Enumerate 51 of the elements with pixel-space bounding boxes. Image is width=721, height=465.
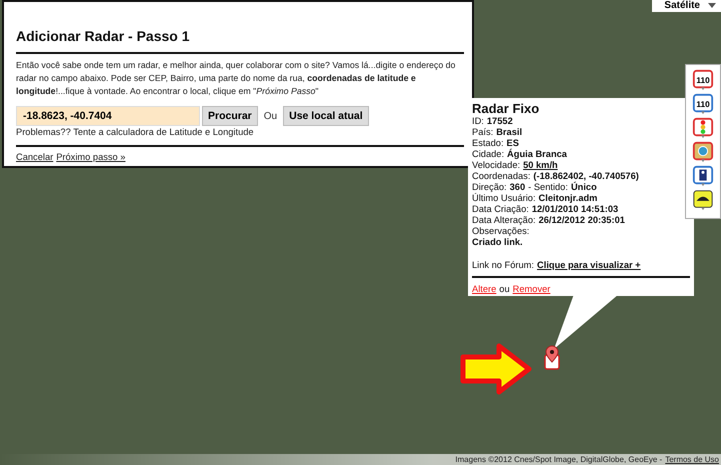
field-value: (-18.862402, -40.740576) xyxy=(533,171,639,182)
field-label: Link no Fórum: xyxy=(472,260,534,271)
intro-text: Então você sabe onde tem um radar, e melhor ainda, quer colaborar com o site? Vamos lá...digite o endereço do radar no campo abaixo. Pode ser CEP, Bairro, uma parte do nome da rua, coordenadas de latitude e longitude!...fique à vontade. Ao encontrar o local, clique em "Próximo Passo" xyxy=(16,59,456,98)
map-pin-icon xyxy=(543,345,561,371)
field-label: Estado: xyxy=(472,138,504,149)
or-label: Ou xyxy=(264,110,278,122)
search-button[interactable]: Procurar xyxy=(202,106,258,126)
badge-icon[interactable] xyxy=(692,141,714,163)
info-title: Radar Fixo xyxy=(472,101,540,116)
field-value: Único xyxy=(570,182,597,193)
field-label: Cidade: xyxy=(472,149,504,160)
field-value: 12/01/2010 14:51:03 xyxy=(532,204,618,215)
arrow-drawing xyxy=(460,343,532,395)
field-label: Data Criação: xyxy=(472,204,529,215)
search-field[interactable]: -18.8623, -40.7404 xyxy=(16,106,200,126)
field-value: 26/12/2012 20:35:01 xyxy=(538,215,625,226)
use-location-button[interactable]: Use local atual xyxy=(283,106,369,126)
info-link[interactable]: 50 km/h xyxy=(523,160,558,171)
field-label: Último Usuário: xyxy=(472,193,536,204)
field-label: Data Alteração: xyxy=(472,215,536,226)
dialog-link[interactable]: Próximo passo » xyxy=(56,152,126,162)
field-label: Velocidade: xyxy=(472,160,520,171)
dialog-title: Adicionar Radar - Passo 1 xyxy=(16,28,191,44)
person-sign-icon[interactable] xyxy=(692,165,714,187)
terms-link[interactable]: Termos de Uso xyxy=(665,455,719,464)
attribution-text: Imagens ©2012 Cnes/Spot Image, DigitalGlobe, GeoEye - xyxy=(455,455,662,464)
dialog-link[interactable]: Cancelar xyxy=(16,152,54,162)
field-value: Águia Branca xyxy=(507,149,567,160)
field-value: Criado link. xyxy=(472,237,523,248)
help-text: Problemas?? Tente a calculadora de Latitude e Longitude xyxy=(16,127,255,137)
field-label: Direção: xyxy=(472,182,507,193)
field-label: Observações: xyxy=(472,226,530,237)
field-value: Brasil xyxy=(496,127,522,138)
map-type-dropdown[interactable]: Satélite xyxy=(652,0,721,12)
field-label: ID: xyxy=(472,116,484,127)
action-link[interactable]: Remover xyxy=(512,284,550,295)
speed-sign-icon[interactable]: 110 xyxy=(692,93,714,115)
field-value: ES xyxy=(506,138,519,148)
field-label: Coordenadas: xyxy=(472,171,530,182)
field-value: Cleitonjr.adm xyxy=(538,193,598,204)
field-value: 360 xyxy=(510,182,526,193)
field-label: ou xyxy=(499,284,510,295)
field-label: País: xyxy=(472,127,494,138)
caret-icon xyxy=(708,3,716,8)
action-link[interactable]: Altere xyxy=(472,284,496,295)
traffic-light-icon[interactable] xyxy=(692,117,714,139)
field-value: 17552 xyxy=(486,116,513,127)
field-label: - Sentido: xyxy=(528,182,568,193)
info-link[interactable]: Clique para visualizar + xyxy=(537,260,641,271)
speed-sign-icon[interactable]: 110 xyxy=(692,69,714,91)
speed-bump-icon[interactable] xyxy=(692,189,714,211)
